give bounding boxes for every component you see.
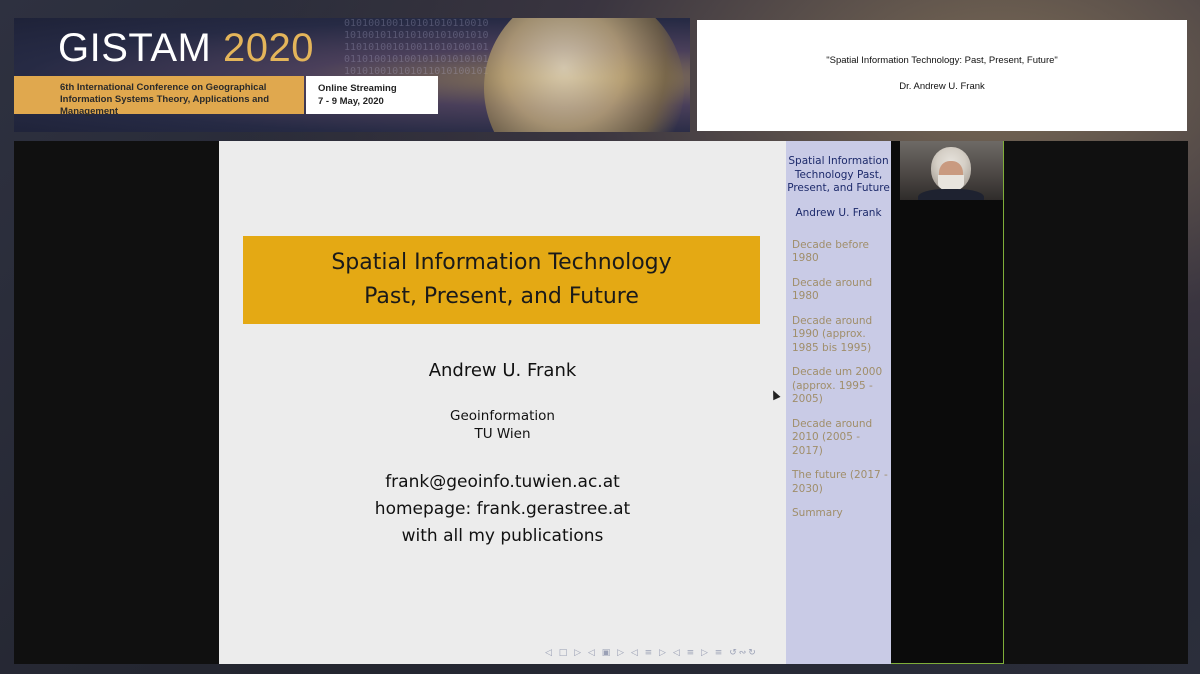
conference-subtitle: 6th International Conference on Geograph… xyxy=(14,76,304,117)
sidebar-section-summary[interactable]: Summary xyxy=(792,507,891,521)
binary-decoration: 0101001001101010101100101010010110101001… xyxy=(344,18,489,89)
conference-year: 2020 xyxy=(223,26,314,70)
sidebar-section-1980[interactable]: Decade around 1980 xyxy=(792,277,891,304)
slide-homepage: homepage: frank.gerastree.at xyxy=(374,499,631,519)
institution-line-2: TU Wien xyxy=(474,426,531,442)
talk-speaker: Dr. Andrew U. Frank xyxy=(899,81,985,92)
subtitle-line-1: 6th International Conference on Geograph… xyxy=(60,82,267,93)
sidebar-section-1990[interactable]: Decade around 1990 (approx. 1985 bis 199… xyxy=(792,315,891,356)
slide-publications-note: with all my publications xyxy=(401,526,604,546)
subtitle-line-2: Information Systems Theory, Applications… xyxy=(60,94,270,117)
participant-panel xyxy=(891,141,1004,664)
conference-dates: 7 - 9 May, 2020 xyxy=(318,96,384,107)
conference-banner: 0101001001101010101100101010010110101001… xyxy=(14,18,690,132)
talk-info-box: "Spatial Information Technology: Past, P… xyxy=(697,20,1187,131)
sidebar-section-2010[interactable]: Decade around 2010 (2005 - 2017) xyxy=(792,418,891,459)
sidebar-section-before-1980[interactable]: Decade before 1980 xyxy=(792,239,891,266)
speaker-shirt xyxy=(918,189,984,200)
slide-title-line-2: Past, Present, and Future xyxy=(364,284,639,309)
streaming-info: Online Streaming 7 - 9 May, 2020 xyxy=(306,76,438,114)
sidebar-section-future[interactable]: The future (2017 - 2030) xyxy=(792,469,891,496)
streaming-label: Online Streaming xyxy=(318,83,397,94)
slide-sidebar: Spatial Information Technology Past, Pre… xyxy=(786,141,891,664)
presentation-slide: Spatial Information Technology Past, Pre… xyxy=(219,141,786,664)
sidebar-title[interactable]: Spatial Information Technology Past, Pre… xyxy=(786,155,891,196)
beamer-navigation-bar[interactable]: ◁ □ ▷ ◁ ▣ ▷ ◁ ≡ ▷ ◁ ≡ ▷ ≡ ↺∾↻ xyxy=(545,648,758,658)
slide-title-box: Spatial Information Technology Past, Pre… xyxy=(243,236,760,324)
speaker-webcam xyxy=(900,141,1003,200)
slide-institution: Geoinformation TU Wien xyxy=(219,407,786,443)
sidebar-section-2000[interactable]: Decade um 2000 (approx. 1995 - 2005) xyxy=(792,366,891,407)
conference-name: GISTAM xyxy=(58,26,212,70)
globe-image xyxy=(484,18,684,132)
sidebar-author[interactable]: Andrew U. Frank xyxy=(786,207,891,219)
slide-author: Andrew U. Frank xyxy=(428,360,577,381)
talk-title: "Spatial Information Technology: Past, P… xyxy=(826,55,1058,66)
institution-line-1: Geoinformation xyxy=(450,408,555,424)
slide-title-line-1: Spatial Information Technology xyxy=(331,250,672,275)
slide-contact: frank@geoinfo.tuwien.ac.at homepage: fra… xyxy=(219,469,786,550)
slide-email: frank@geoinfo.tuwien.ac.at xyxy=(385,472,620,492)
conference-title: GISTAM 2020 xyxy=(58,26,314,71)
sidebar-section-list: Decade before 1980 Decade around 1980 De… xyxy=(786,239,891,521)
